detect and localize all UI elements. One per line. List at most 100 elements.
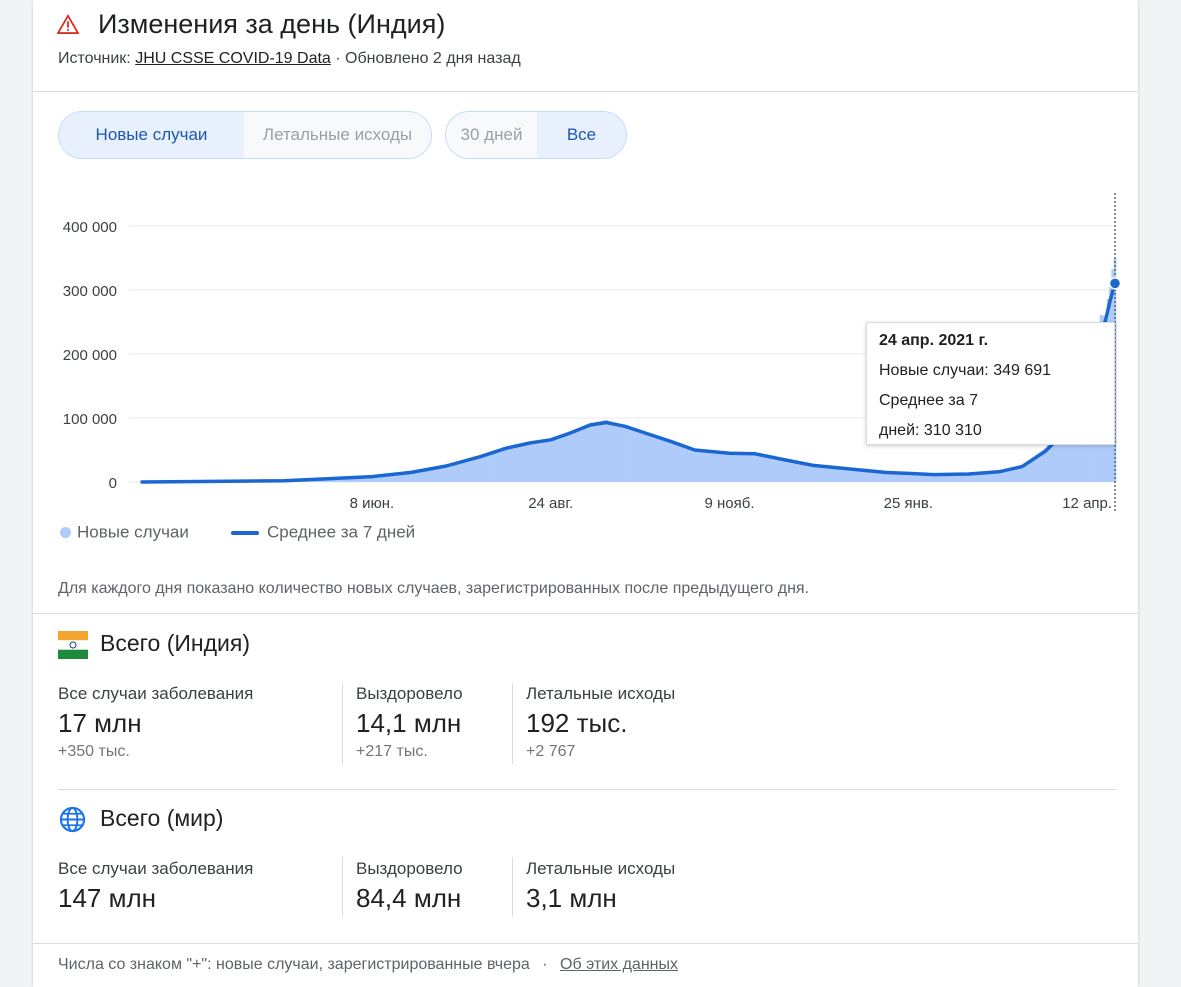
deaths-tab[interactable]: Летальные исходы: [244, 112, 431, 158]
new-cases-bar: [491, 451, 494, 482]
new-cases-bar: [646, 434, 650, 482]
x-tick-label: 24 авг.: [528, 495, 573, 512]
new-cases-bar: [475, 456, 478, 482]
new-cases-bar: [607, 420, 611, 482]
new-cases-bar: [616, 424, 620, 482]
new-cases-bar: [667, 440, 671, 482]
new-cases-bar: [549, 439, 553, 482]
legend-avg-label: Среднее за 7 дней: [267, 522, 416, 542]
new-cases-bar: [463, 459, 467, 482]
range-all-tab[interactable]: Все: [537, 112, 626, 158]
new-cases-bar: [779, 458, 782, 482]
new-cases-bar: [551, 438, 555, 482]
new-cases-bar: [714, 451, 717, 482]
new-cases-bar: [516, 444, 520, 482]
new-cases-bar: [709, 451, 713, 482]
world-deaths-value: 3,1 млн: [526, 883, 617, 913]
new-cases-bar: [619, 425, 622, 482]
new-cases-bar: [686, 447, 690, 482]
new-cases-bar: [561, 434, 564, 482]
new-cases-tab[interactable]: Новые случаи: [59, 112, 244, 158]
new-cases-bar: [544, 439, 548, 482]
globe-icon: [59, 806, 86, 833]
new-cases-bar: [502, 447, 506, 482]
world-cases-label: Все случаи заболевания: [58, 859, 254, 878]
new-cases-bar: [486, 452, 490, 482]
new-cases-bar: [665, 440, 669, 482]
new-cases-bar: [670, 441, 673, 482]
new-cases-bar: [533, 441, 536, 482]
new-cases-bar: [804, 464, 808, 482]
new-cases-bar: [758, 454, 762, 482]
new-cases-bar: [737, 453, 741, 482]
new-cases-bar: [688, 448, 692, 482]
new-cases-bar: [556, 436, 559, 482]
new-cases-bar: [718, 452, 722, 482]
new-cases-bar: [732, 453, 736, 482]
new-cases-bar: [493, 450, 497, 482]
new-cases-bar: [489, 452, 492, 482]
india-deaths-delta: +2 767: [526, 743, 576, 760]
range-30-days-tab[interactable]: 30 дней: [446, 112, 537, 158]
new-cases-bar: [809, 465, 813, 482]
world-recovered-label: Выздоровело: [356, 859, 463, 878]
new-cases-bar: [498, 449, 501, 482]
new-cases-bar: [658, 437, 662, 482]
new-cases-bar: [660, 438, 664, 482]
new-cases-bar: [505, 446, 508, 482]
y-tick-label: 400 000: [63, 219, 117, 236]
legend-new-cases: Новые случаи: [60, 522, 189, 543]
new-cases-bar: [653, 436, 657, 482]
new-cases-bar: [767, 456, 771, 482]
new-cases-bar: [558, 435, 562, 482]
new-cases-bar: [846, 468, 850, 482]
new-cases-bar: [772, 457, 775, 482]
new-cases-bar: [621, 426, 624, 482]
new-cases-bar: [626, 427, 629, 482]
new-cases-bar: [793, 461, 796, 482]
new-cases-bar: [554, 437, 557, 482]
new-cases-bar: [479, 455, 483, 482]
new-cases-bar: [725, 452, 729, 482]
new-cases-bar: [674, 443, 678, 482]
stat-divider: [342, 683, 343, 764]
new-cases-bar: [509, 445, 513, 482]
new-cases-bar: [730, 453, 734, 482]
new-cases-bar: [786, 460, 789, 482]
new-cases-bar: [855, 469, 859, 482]
new-cases-bar: [642, 432, 645, 482]
x-tick-label: 12 апр.: [1062, 495, 1112, 512]
tooltip-new-cases: Новые случаи: 349 691: [879, 362, 1052, 379]
new-cases-bar: [649, 434, 652, 482]
new-cases-bar: [848, 469, 852, 482]
new-cases-bar: [586, 424, 590, 482]
new-cases-bar: [711, 451, 715, 482]
new-cases-bar: [821, 466, 824, 482]
new-cases-bar: [635, 430, 638, 482]
new-cases-bar: [828, 467, 831, 482]
new-cases-bar: [579, 427, 583, 482]
new-cases-bar: [530, 441, 534, 482]
updated-text: · Обновлено 2 дня назад: [335, 50, 521, 67]
new-cases-bar: [716, 452, 720, 482]
selected-point-marker: [1108, 277, 1122, 290]
new-cases-bar: [663, 439, 666, 482]
y-tick-label: 0: [109, 475, 117, 492]
new-cases-bar: [707, 451, 710, 482]
new-cases-bar: [776, 458, 780, 482]
source-link[interactable]: JHU CSSE COVID-19 Data: [135, 50, 331, 67]
new-cases-bar: [528, 441, 532, 482]
new-cases-bar: [698, 450, 701, 482]
about-data-link[interactable]: Об этих данных: [560, 956, 678, 973]
new-cases-bar: [735, 453, 738, 482]
new-cases-bar: [595, 421, 599, 482]
new-cases-bar: [526, 442, 529, 482]
divider: [58, 789, 1117, 790]
new-cases-bar: [770, 456, 773, 482]
new-cases-bar: [656, 437, 659, 482]
new-cases-bar: [574, 429, 578, 482]
new-cases-bar: [593, 422, 597, 482]
x-tick-label: 9 нояб.: [704, 495, 754, 512]
new-cases-bar: [565, 432, 569, 482]
new-cases-bar: [790, 461, 794, 482]
